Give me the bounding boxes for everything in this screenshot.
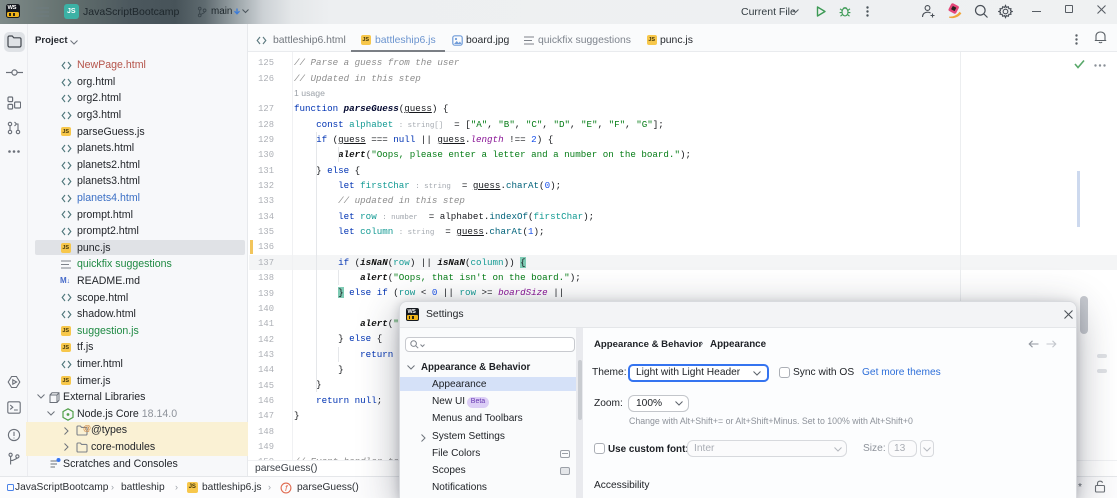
svg-text:f: f bbox=[285, 483, 289, 493]
